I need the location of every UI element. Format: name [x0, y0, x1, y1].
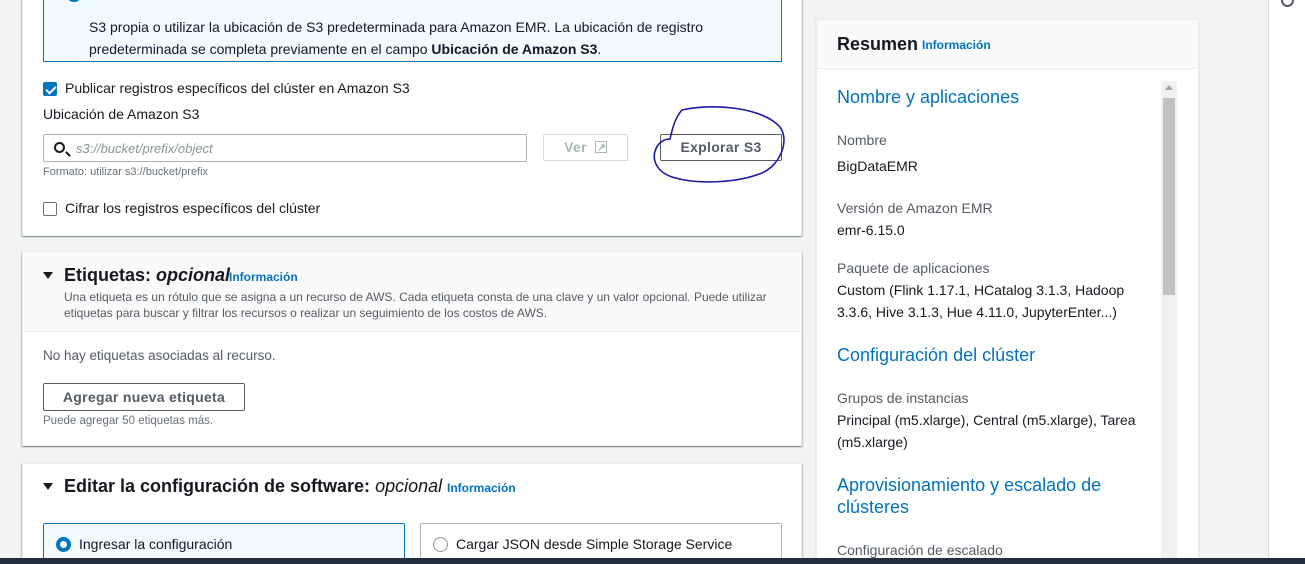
- s3-format-hint: Formato: utilizar s3://bucket/prefix: [43, 166, 209, 178]
- tags-title-text: Etiquetas:: [64, 265, 152, 285]
- encrypt-logs-label[interactable]: Cifrar los registros específicos del clú…: [65, 200, 320, 216]
- summary-header: Resumen Información: [817, 20, 1198, 69]
- option-enter-config-label: Ingresar la configuración: [79, 536, 233, 552]
- search-icon: [54, 142, 65, 153]
- software-title-optional: opcional: [375, 476, 443, 496]
- browse-s3-button-label: Explorar S3: [680, 139, 762, 155]
- tags-title-optional: opcional: [156, 265, 231, 285]
- tags-panel-header[interactable]: Etiquetas: opcional Información Una etiq…: [23, 252, 801, 332]
- tags-panel: Etiquetas: opcional Información Una etiq…: [22, 251, 802, 446]
- summary-panel: Resumen Información Nombre y aplicacione…: [816, 19, 1199, 564]
- add-tag-button[interactable]: Agregar nueva etiqueta: [43, 383, 245, 411]
- info-line-1: S3 propia o utilizar la ubicación de S3 …: [89, 19, 704, 35]
- instance-groups-label: Grupos de instancias: [837, 390, 969, 406]
- tags-description: Una etiqueta es un rótulo que se asigna …: [64, 290, 767, 320]
- radio-load-json[interactable]: [433, 537, 448, 552]
- publish-logs-label[interactable]: Publicar registros específicos del clúst…: [65, 80, 410, 96]
- software-title-text: Editar la configuración de software:: [64, 476, 371, 496]
- encrypt-logs-checkbox[interactable]: [43, 202, 57, 216]
- software-info-link[interactable]: Información: [447, 481, 516, 495]
- s3-location-input[interactable]: s3://bucket/prefix/object: [43, 134, 527, 162]
- caret-down-icon[interactable]: [43, 483, 53, 490]
- bottom-bar: [0, 558, 1305, 564]
- add-tag-button-label: Agregar nueva etiqueta: [62, 389, 226, 405]
- emr-version-value: emr-6.15.0: [837, 222, 905, 238]
- name-label: Nombre: [837, 132, 887, 148]
- app-bundle-label: Paquete de aplicaciones: [837, 260, 990, 276]
- cluster-logs-panel: S3 propia o utilizar la ubicación de S3 …: [22, 0, 802, 236]
- caret-down-icon[interactable]: [43, 272, 53, 279]
- summary-section-cluster-config[interactable]: Configuración del clúster: [837, 344, 1137, 366]
- software-title: Editar la configuración de software: opc…: [64, 476, 442, 497]
- scroll-up-icon[interactable]: [1165, 85, 1173, 90]
- logs-info-text: S3 propia o utilizar la ubicación de S3 …: [89, 16, 769, 60]
- view-s3-button-label: Ver: [564, 139, 587, 155]
- tags-info-link[interactable]: Información: [229, 270, 298, 284]
- option-load-json-label: Cargar JSON desde Simple Storage Service: [456, 536, 733, 552]
- software-config-panel: Editar la configuración de software: opc…: [22, 463, 802, 564]
- tags-limit-hint: Puede agregar 50 etiquetas más.: [43, 415, 214, 427]
- scrollbar-thumb[interactable]: [1163, 98, 1175, 295]
- emr-version-label: Versión de Amazon EMR: [837, 200, 993, 216]
- browse-s3-button[interactable]: Explorar S3: [660, 134, 782, 161]
- external-link-icon: [594, 136, 607, 161]
- summary-title: Resumen: [837, 34, 919, 54]
- name-value: BigDataEMR: [837, 158, 918, 174]
- radio-enter-config[interactable]: [56, 537, 71, 552]
- no-tags-text: No hay etiquetas asociadas al recurso.: [43, 348, 276, 363]
- summary-info-link[interactable]: Información: [922, 38, 991, 52]
- app-bundle-value: Custom (Flink 1.17.1, HCatalog 3.1.3, Ha…: [837, 282, 1125, 320]
- info-line-2: predeterminada se completa previamente e…: [89, 41, 432, 57]
- logs-info-alert: S3 propia o utilizar la ubicación de S3 …: [43, 0, 782, 62]
- scaling-config-label: Configuración de escalado: [837, 542, 1003, 558]
- summary-section-names[interactable]: Nombre y aplicaciones: [837, 86, 1137, 108]
- view-s3-button[interactable]: Ver: [543, 134, 628, 161]
- summary-section-provisioning[interactable]: Aprovisionamiento y escalado de clústere…: [837, 474, 1137, 518]
- emr-create-cluster-page: S3 propia o utilizar la ubicación de S3 …: [0, 0, 1305, 564]
- info-icon: [66, 0, 82, 2]
- s3-location-placeholder: s3://bucket/prefix/object: [76, 141, 213, 156]
- instance-groups-value: Principal (m5.xlarge), Central (m5.xlarg…: [837, 412, 1136, 450]
- info-line-2-bold: Ubicación de Amazon S3: [431, 41, 598, 57]
- summary-scrollbar[interactable]: [1161, 81, 1177, 564]
- side-panel-strip: [1269, 0, 1305, 558]
- info-line-2-suffix: .: [597, 41, 602, 57]
- tags-title: Etiquetas: opcional: [64, 265, 230, 286]
- publish-logs-checkbox[interactable]: [43, 82, 57, 96]
- s3-location-label: Ubicación de Amazon S3: [43, 106, 200, 122]
